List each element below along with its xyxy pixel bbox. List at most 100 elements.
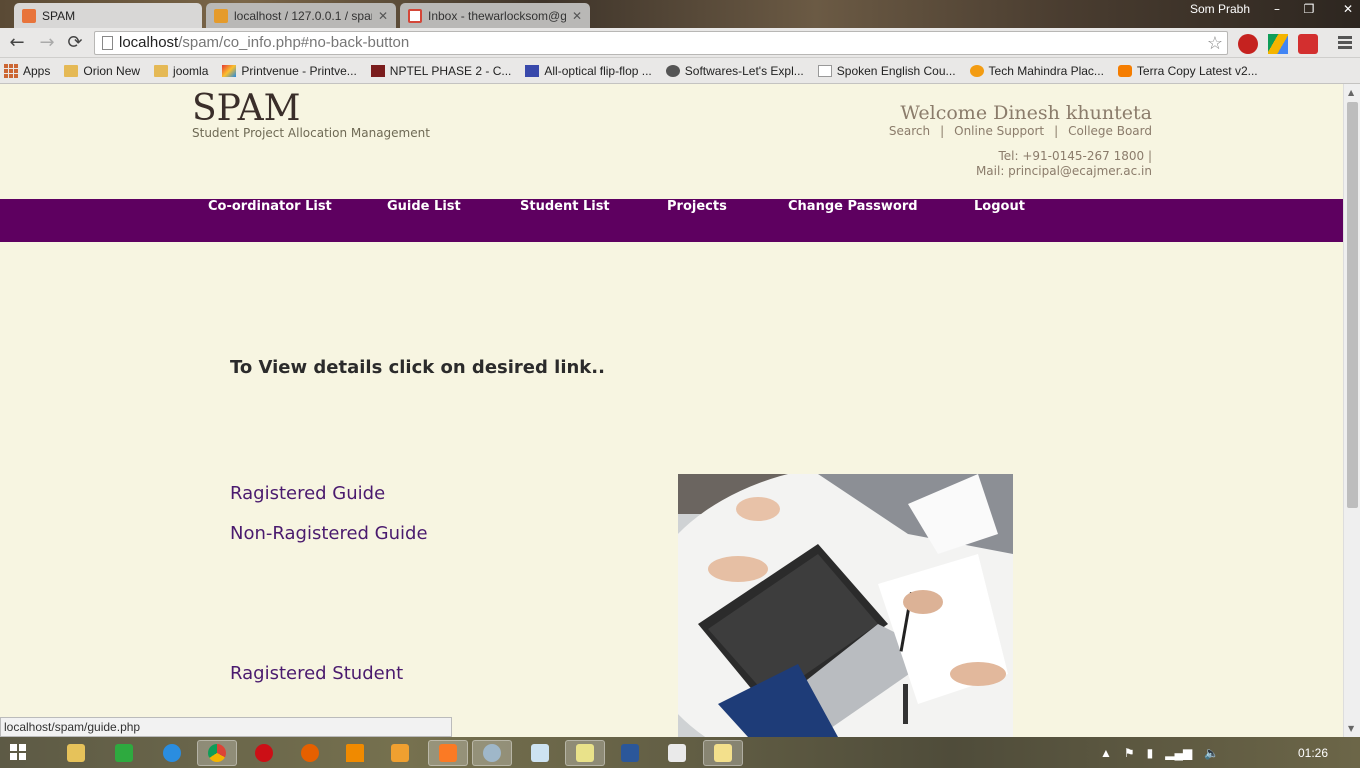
internet-explorer-icon[interactable]	[152, 740, 192, 766]
file-explorer-icon[interactable]	[56, 740, 96, 766]
bookmark-star-icon[interactable]: ☆	[1207, 32, 1223, 54]
minimize-button[interactable]: –	[1262, 0, 1292, 18]
site-tagline: Student Project Allocation Management	[192, 126, 430, 140]
vlc-icon[interactable]	[335, 740, 375, 766]
word-icon[interactable]	[610, 740, 650, 766]
online-support-link[interactable]: Online Support	[954, 124, 1044, 138]
bookmark-label: joomla	[173, 63, 209, 78]
address-bar[interactable]: localhost/spam/co_info.php#no-back-butto…	[94, 31, 1228, 55]
registered-student-link[interactable]: Ragistered Student	[230, 663, 403, 684]
spam-favicon-icon	[22, 8, 36, 23]
bookmark-label: Tech Mahindra Plac...	[988, 63, 1104, 78]
folder-icon	[154, 64, 169, 77]
bookmark-joomla[interactable]: joomla	[154, 64, 208, 78]
bookmark-softwares[interactable]: Softwares-Let's Expl...	[665, 63, 804, 78]
bookmark-apps[interactable]: Apps	[4, 63, 51, 78]
bookmark-label: Orion New	[83, 63, 141, 78]
college-board-link[interactable]: College Board	[1068, 124, 1152, 138]
tab-title: Inbox - thewarlocksom@g	[428, 8, 566, 23]
bookmark-tech-mahindra[interactable]: Tech Mahindra Plac...	[969, 63, 1104, 78]
extension-td-icon[interactable]	[1298, 34, 1318, 54]
gmail-favicon-icon	[408, 8, 422, 23]
chrome-taskbar-icon[interactable]	[197, 740, 237, 766]
search-link[interactable]: Search	[889, 124, 930, 138]
registered-guide-link[interactable]: Ragistered Guide	[230, 483, 385, 504]
nav-coordinator-list[interactable]: Co-ordinator List	[208, 199, 332, 242]
show-hidden-icons-icon[interactable]: ▲	[1100, 746, 1112, 760]
bookmark-label: Terra Copy Latest v2...	[1136, 63, 1258, 78]
media-player-icon[interactable]	[380, 740, 420, 766]
bookmark-label: NPTEL PHASE 2 - C...	[389, 63, 512, 78]
opera-icon[interactable]	[244, 740, 284, 766]
nav-change-password[interactable]: Change Password	[788, 199, 918, 242]
chat-icon[interactable]	[703, 740, 743, 766]
site-logo[interactable]: SPAM	[192, 88, 300, 129]
page-scrollbar[interactable]: ▲ ▼	[1343, 84, 1360, 737]
scroll-down-icon[interactable]: ▼	[1348, 724, 1354, 733]
link-status-bubble: localhost/spam/guide.php	[0, 717, 452, 737]
volume-icon[interactable]: 🔈	[1204, 746, 1219, 760]
notepad-icon[interactable]	[520, 740, 560, 766]
store-icon[interactable]	[104, 740, 144, 766]
back-arrow-icon[interactable]: ←	[6, 32, 28, 54]
nav-student-list[interactable]: Student List	[520, 199, 610, 242]
bookmark-label: Softwares-Let's Expl...	[684, 63, 804, 78]
calculator-icon[interactable]	[657, 740, 697, 766]
scrollbar-thumb[interactable]	[1347, 102, 1358, 508]
tab-close-icon[interactable]: ✕	[572, 9, 582, 23]
scroll-up-icon[interactable]: ▲	[1348, 88, 1354, 97]
tab-phpmyadmin[interactable]: localhost / 127.0.0.1 / spam ✕	[206, 3, 396, 28]
bookmark-terra-copy[interactable]: Terra Copy Latest v2...	[1117, 63, 1258, 78]
apps-icon	[4, 63, 18, 78]
browser-tab-strip: SPAM localhost / 127.0.0.1 / spam ✕ Inbo…	[0, 0, 1360, 28]
link-separator: |	[940, 124, 945, 138]
google-drive-icon[interactable]	[1268, 34, 1288, 54]
network-signal-icon[interactable]: ▂▄▆	[1165, 746, 1192, 760]
blogger-icon	[1117, 64, 1132, 77]
tab-spam[interactable]: SPAM	[14, 3, 202, 28]
control-panel-icon[interactable]	[472, 740, 512, 766]
bookmark-nptel[interactable]: NPTEL PHASE 2 - C...	[370, 63, 512, 78]
bookmark-all-optical[interactable]: All-optical flip-flop ...	[525, 63, 652, 78]
tab-title: SPAM	[42, 8, 76, 23]
system-tray: ▲ ⚑ ▮ ▂▄▆ 🔈	[1100, 737, 1219, 768]
non-registered-guide-link[interactable]: Non-Ragistered Guide	[230, 523, 428, 544]
nav-logout[interactable]: Logout	[974, 199, 1025, 242]
nptel-icon	[370, 64, 385, 77]
url-host: localhost	[119, 34, 179, 51]
windows-start-icon[interactable]	[10, 744, 26, 760]
tab-gmail[interactable]: Inbox - thewarlocksom@g ✕	[400, 3, 590, 28]
taskbar-clock[interactable]: 01:26	[1298, 746, 1328, 760]
page-content: SPAM Student Project Allocation Manageme…	[0, 84, 1343, 737]
battery-icon[interactable]: ▮	[1147, 746, 1154, 760]
extension-stop-icon[interactable]	[1238, 34, 1258, 54]
contact-mail: Mail: principal@ecajmer.ac.in	[975, 164, 1152, 178]
tab-close-icon[interactable]: ✕	[378, 9, 388, 23]
bookmark-label: Apps	[23, 63, 51, 78]
office-desk-photo	[678, 474, 1013, 737]
chrome-menu-icon[interactable]	[1338, 36, 1352, 51]
bookmark-orion-new[interactable]: Orion New	[64, 64, 140, 78]
phpmyadmin-favicon-icon	[214, 8, 228, 23]
page-icon	[817, 64, 832, 77]
action-center-flag-icon[interactable]: ⚑	[1124, 746, 1135, 760]
bookmark-label: All-optical flip-flop ...	[544, 63, 652, 78]
xampp-icon[interactable]	[428, 740, 468, 766]
nav-projects[interactable]: Projects	[667, 199, 727, 242]
url-path: /spam/co_info.php#no-back-button	[178, 34, 410, 51]
firefox-icon[interactable]	[290, 740, 330, 766]
page-icon	[102, 36, 113, 50]
bookmark-spoken-english[interactable]: Spoken English Cou...	[817, 63, 956, 78]
maximize-button[interactable]: ❐	[1294, 0, 1324, 18]
reload-icon[interactable]: ⟳	[64, 32, 86, 54]
folder-icon	[64, 64, 79, 77]
forward-arrow-icon[interactable]: →	[36, 32, 58, 54]
close-window-button[interactable]: ✕	[1326, 0, 1360, 18]
windows-taskbar: ▲ ⚑ ▮ ▂▄▆ 🔈 01:26	[0, 737, 1360, 768]
link-separator: |	[1054, 124, 1059, 138]
sticky-notes-icon[interactable]	[565, 740, 605, 766]
bookmark-printvenue[interactable]: Printvenue - Printve...	[222, 64, 357, 78]
main-navigation: Co-ordinator List Guide List Student Lis…	[0, 199, 1343, 242]
bookmark-label: Spoken English Cou...	[836, 63, 956, 78]
nav-guide-list[interactable]: Guide List	[387, 199, 461, 242]
